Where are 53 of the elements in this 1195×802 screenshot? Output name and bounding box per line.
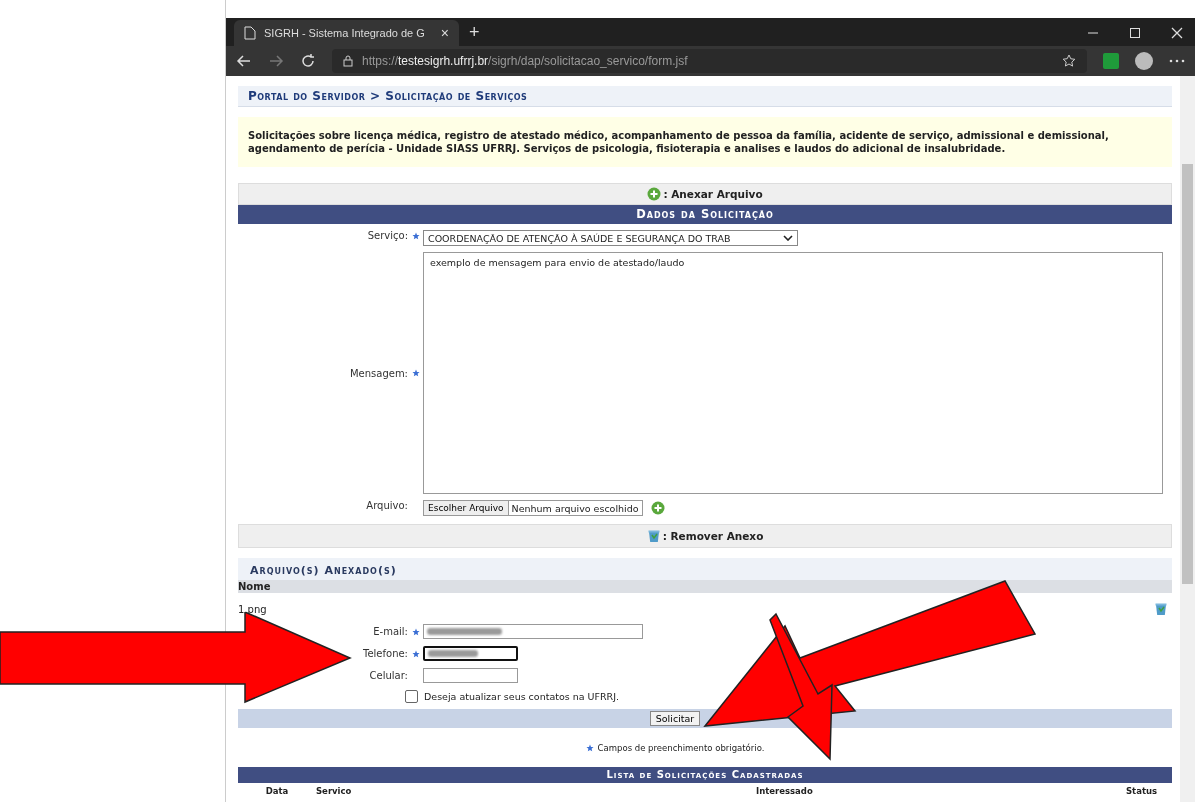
add-icon[interactable] <box>650 501 665 515</box>
field-label: Serviço: <box>367 230 408 241</box>
file-name: 1.png <box>238 603 267 615</box>
tab-title: SIGRH - Sistema Integrado de G <box>264 27 426 39</box>
section-header: Lista de Solicitações Cadastradas <box>238 767 1172 783</box>
checkbox-label: Deseja atualizar seus contatos na UFRRJ. <box>424 691 620 702</box>
more-menu-icon[interactable] <box>1169 59 1185 63</box>
breadcrumb: Portal do Servidor > Solicitação de Serviços <box>238 86 1172 107</box>
remove-label: : Remover Anexo <box>662 530 764 542</box>
trash-icon[interactable] <box>1154 602 1168 616</box>
field-label: E-mail: <box>373 626 408 637</box>
trash-icon <box>646 529 661 543</box>
input-field[interactable] <box>423 624 643 639</box>
field-label: Mensagem: <box>349 367 408 379</box>
field-label: Telefone: <box>363 648 408 659</box>
file-status: Nenhum arquivo escolhido <box>510 502 640 514</box>
new-tab-button[interactable]: + <box>469 22 480 43</box>
forward-arrow-icon[interactable] <box>268 53 284 69</box>
input-field[interactable] <box>423 668 518 683</box>
address-bar[interactable]: https://testesigrh.ufrrj.br/sigrh/dap/solicitacao_servico/form.jsf <box>332 49 1087 73</box>
service-select[interactable]: COORDENAÇÃO DE ATENÇÃO À SAÚDE E SEGURANÇA DO TRAB <box>423 230 798 246</box>
lock-icon <box>342 55 354 67</box>
checkbox[interactable] <box>405 690 418 703</box>
required-note: Campos de preenchimento obrigatório. <box>597 743 765 753</box>
section-title: Arquivo(s) Anexado(s) <box>238 558 1172 580</box>
submit-button[interactable]: Solicitar <box>649 711 701 726</box>
section-header: Dados da Solicitação <box>238 205 1172 224</box>
field-label: Arquivo: <box>366 500 408 511</box>
column-header: Interessado <box>756 786 814 796</box>
favorite-star-icon[interactable] <box>1061 53 1077 69</box>
column-header: Status <box>1126 786 1159 796</box>
column-header: Servico <box>316 786 353 796</box>
profile-avatar[interactable] <box>1135 52 1153 70</box>
field-label: Celular: <box>369 670 408 681</box>
add-icon <box>647 187 662 201</box>
column-header: Data <box>264 786 290 796</box>
page-icon <box>244 26 256 40</box>
dropdown-caret-icon <box>783 235 793 241</box>
required-icon <box>585 744 594 752</box>
close-tab-button[interactable]: × <box>440 25 449 41</box>
attach-label: : Anexar Arquivo <box>663 188 763 200</box>
browser-tab[interactable]: SIGRH - Sistema Integrado de G × <box>234 20 459 46</box>
url-text: https://testesigrh.ufrrj.br/sigrh/dap/solicitacao_servico/form.jsf <box>362 54 688 68</box>
scrollbar[interactable] <box>1180 76 1195 802</box>
column-header: Nome <box>238 580 1172 593</box>
message-field[interactable]: exemplo de mensagem para envio de atestado/laudo <box>423 252 1163 494</box>
back-arrow-icon[interactable] <box>236 53 252 69</box>
maximize-icon[interactable] <box>1129 27 1141 39</box>
info-message: Solicitações sobre licença médica, registro de atestado médico, acompanhamento de pessoa da família, acidente de serviço, admissional e demissional, agendamento de perícia - Unidade SIASS UFRRJ. Serviços de psicologia, fisioterapia e analises e laudos do adicional de insalubridade. <box>238 117 1172 167</box>
reload-icon[interactable] <box>300 53 316 69</box>
close-icon[interactable] <box>1171 27 1183 39</box>
input-field[interactable] <box>423 646 518 661</box>
choose-file-button[interactable]: Escolher Arquivo <box>424 501 509 515</box>
